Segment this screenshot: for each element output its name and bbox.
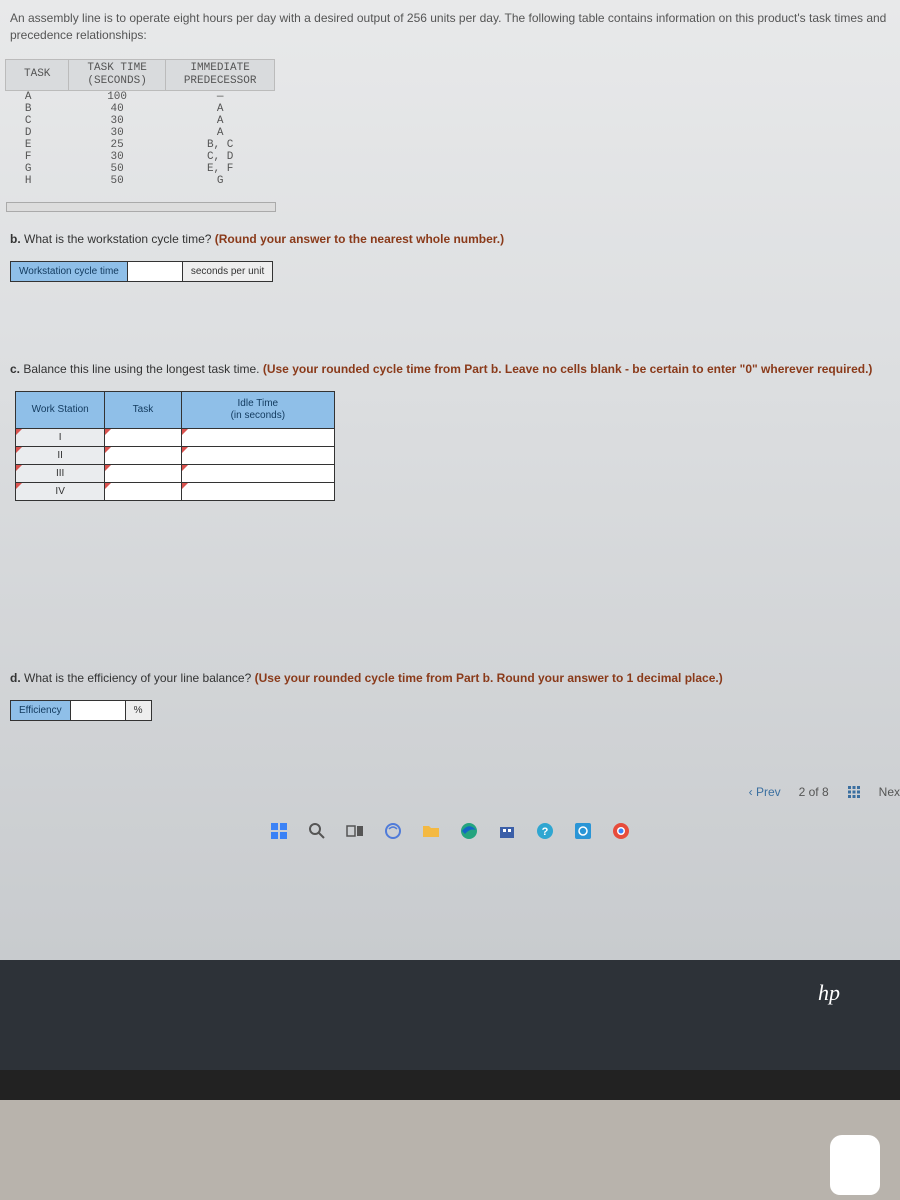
table-row: I: [16, 428, 335, 446]
part-b-question: b. What is the workstation cycle time? (…: [0, 232, 900, 246]
table-row: III: [16, 464, 335, 482]
ws-task-input[interactable]: [105, 482, 181, 500]
table-row: E25B, C: [6, 139, 275, 151]
question-intro: An assembly line is to operate eight hou…: [0, 10, 900, 54]
page-count: 2 of 8: [799, 785, 829, 799]
ws-th-idle: Idle Time (in seconds): [181, 391, 334, 428]
ws-idle-input[interactable]: [181, 428, 334, 446]
chrome-icon[interactable]: [609, 819, 633, 843]
keyboard-edge: [0, 1070, 900, 1100]
table-row: F30C, D: [6, 151, 275, 163]
help-icon[interactable]: ?: [533, 819, 557, 843]
th-time: TASK TIME (SECONDS): [69, 59, 165, 90]
part-c-hint: (Use your rounded cycle time from Part b…: [263, 362, 873, 376]
part-d-hint: (Use your rounded cycle time from Part b…: [255, 671, 723, 685]
part-d-question: d. What is the efficiency of your line b…: [0, 671, 900, 685]
hp-logo: hp: [818, 980, 840, 1006]
windows-taskbar[interactable]: ?: [0, 811, 900, 851]
next-button[interactable]: Nex: [879, 785, 900, 799]
search-icon[interactable]: [305, 819, 329, 843]
prev-label: Prev: [756, 785, 781, 799]
table-row: B40A: [6, 103, 275, 115]
camera-icon[interactable]: [571, 819, 595, 843]
cycle-time-unit: seconds per unit: [183, 261, 273, 282]
table-row: H50G: [6, 175, 275, 187]
part-b-hint: (Round your answer to the nearest whole …: [215, 232, 504, 246]
prev-button[interactable]: ‹ Prev: [749, 785, 781, 799]
th-pred: IMMEDIATE PREDECESSOR: [165, 59, 275, 90]
efficiency-input[interactable]: [71, 700, 126, 721]
ws-th-station: Work Station: [16, 391, 105, 428]
cycle-time-label: Workstation cycle time: [10, 261, 128, 282]
table-scrollbar[interactable]: [6, 202, 276, 212]
ws-task-input[interactable]: [105, 464, 181, 482]
table-row: II: [16, 446, 335, 464]
table-row: A100—: [6, 90, 275, 103]
svg-text:?: ?: [542, 826, 549, 838]
ws-idle-input[interactable]: [181, 464, 334, 482]
ws-idle-input[interactable]: [181, 446, 334, 464]
ws-idle-input[interactable]: [181, 482, 334, 500]
grid-icon[interactable]: [847, 785, 861, 799]
efficiency-label: Efficiency: [10, 700, 71, 721]
edge-icon[interactable]: [457, 819, 481, 843]
th-task: TASK: [6, 59, 69, 90]
task-view-icon[interactable]: [343, 819, 367, 843]
part-d-text: What is the efficiency of your line bala…: [24, 671, 251, 685]
chat-icon[interactable]: [381, 819, 405, 843]
start-icon[interactable]: [267, 819, 291, 843]
workstation-table: Work Station Task Idle Time (in seconds)…: [15, 391, 335, 501]
part-c-text: Balance this line using the longest task…: [23, 362, 259, 376]
table-row: IV: [16, 482, 335, 500]
laptop-bezel: hp: [0, 960, 900, 1100]
table-row: D30A: [6, 127, 275, 139]
part-c-question: c. Balance this line using the longest t…: [0, 362, 900, 376]
airpods-case: [830, 1135, 880, 1195]
part-c-label: c.: [10, 362, 20, 376]
ws-task-input[interactable]: [105, 446, 181, 464]
cycle-time-input[interactable]: [128, 261, 183, 282]
part-b-label: b.: [10, 232, 21, 246]
table-row: C30A: [6, 115, 275, 127]
precedence-table: TASK TASK TIME (SECONDS) IMMEDIATE PREDE…: [5, 59, 275, 187]
ws-th-task: Task: [105, 391, 181, 428]
efficiency-unit: %: [126, 700, 152, 721]
explorer-icon[interactable]: [419, 819, 443, 843]
ws-task-input[interactable]: [105, 428, 181, 446]
store-icon[interactable]: [495, 819, 519, 843]
part-b-text: What is the workstation cycle time?: [24, 232, 211, 246]
desk-surface: [0, 1100, 900, 1200]
part-d-label: d.: [10, 671, 21, 685]
table-row: G50E, F: [6, 163, 275, 175]
